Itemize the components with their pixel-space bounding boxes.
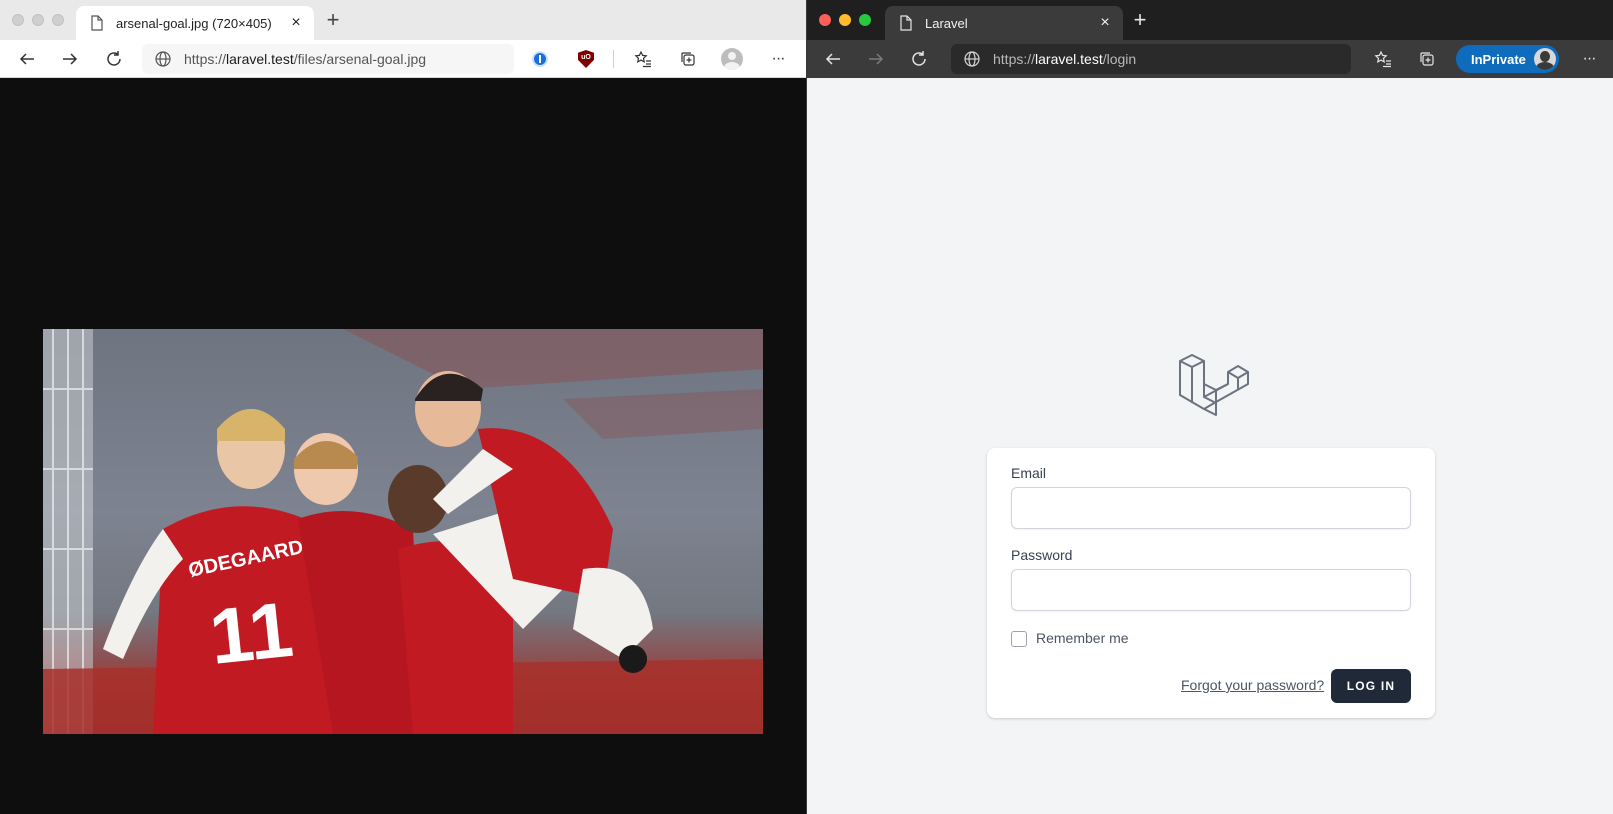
more-options-button[interactable]: ··· (1577, 47, 1601, 71)
tab-close-icon[interactable]: × (288, 15, 304, 31)
zoom-window-button[interactable] (859, 14, 871, 26)
new-tab-button[interactable]: + (1131, 9, 1149, 31)
back-arrow-icon (19, 53, 34, 65)
laravel-logo-icon (1179, 354, 1249, 416)
file-icon (900, 15, 912, 31)
refresh-button[interactable] (907, 47, 931, 71)
refresh-icon (912, 51, 926, 66)
collections-button[interactable] (676, 47, 700, 71)
ublock-origin-icon[interactable]: uO (578, 50, 594, 68)
close-window-button[interactable] (819, 14, 831, 26)
login-card: Email Password Remember me Forgot your p… (987, 448, 1435, 718)
email-label: Email (1011, 465, 1047, 481)
profile-avatar[interactable] (721, 48, 743, 70)
password-label: Password (1011, 547, 1073, 563)
remember-me-label[interactable]: Remember me (1036, 630, 1129, 646)
tab-close-icon[interactable]: × (1097, 15, 1113, 31)
inprivate-label: InPrivate (1471, 51, 1526, 67)
refresh-icon (107, 51, 121, 66)
remember-me-checkbox[interactable] (1011, 631, 1027, 647)
back-arrow-icon (825, 53, 840, 65)
address-bar[interactable]: https://laravel.test/login (951, 44, 1351, 74)
login-browser-window: Laravel × + https://laravel.test/login I… (807, 0, 1613, 814)
forward-arrow-icon (869, 53, 884, 65)
close-window-button[interactable] (12, 14, 24, 26)
back-button[interactable] (15, 47, 39, 71)
tab-strip: Laravel × + (807, 0, 1613, 40)
url-path: /login (1102, 51, 1137, 67)
globe-icon (155, 51, 171, 67)
image-browser-window: arsenal-goal.jpg (720×405) × + https://l… (0, 0, 806, 814)
password-field[interactable] (1011, 569, 1411, 611)
minimize-window-button[interactable] (839, 14, 851, 26)
tab-title: Laravel (925, 15, 968, 31)
onepassword-icon[interactable] (532, 51, 548, 67)
zoom-window-button[interactable] (52, 14, 64, 26)
window-controls (819, 14, 871, 26)
tab-title: arsenal-goal.jpg (720×405) (116, 15, 272, 31)
collections-icon (1420, 52, 1434, 66)
minimize-window-button[interactable] (32, 14, 44, 26)
forgot-password-link[interactable]: Forgot your password? (1181, 677, 1324, 693)
browser-toolbar: https://laravel.test/login InPrivate ··· (807, 40, 1613, 78)
more-options-button[interactable]: ··· (766, 47, 790, 71)
new-tab-button[interactable]: + (324, 9, 342, 31)
window-controls (12, 14, 64, 26)
forward-button[interactable] (864, 47, 888, 71)
tab-arsenal-goal[interactable]: arsenal-goal.jpg (720×405) × (76, 6, 314, 40)
inprivate-avatar-icon (1534, 48, 1556, 70)
forward-button[interactable] (58, 47, 82, 71)
refresh-button[interactable] (102, 47, 126, 71)
star-list-icon (1374, 50, 1391, 68)
favorites-button[interactable] (1371, 47, 1395, 71)
star-list-icon (634, 50, 651, 68)
favorites-button[interactable] (631, 47, 655, 71)
address-bar[interactable]: https://laravel.test/files/arsenal-goal.… (142, 44, 514, 74)
email-field[interactable] (1011, 487, 1411, 529)
browser-toolbar: https://laravel.test/files/arsenal-goal.… (0, 40, 806, 78)
file-icon (91, 15, 103, 31)
url-scheme: https:// (993, 51, 1036, 67)
url-host: laravel.test (1035, 51, 1103, 67)
globe-icon (964, 51, 980, 67)
url-host: laravel.test (226, 51, 294, 67)
collections-button[interactable] (1415, 47, 1439, 71)
tab-laravel[interactable]: Laravel × (885, 6, 1123, 40)
login-button[interactable]: LOG IN (1331, 669, 1411, 703)
forward-arrow-icon (63, 53, 78, 65)
url-scheme: https:// (184, 51, 227, 67)
shirt-number-text: 11 (206, 585, 297, 681)
url-path: /files/arsenal-goal.jpg (293, 51, 427, 67)
toolbar-separator (613, 50, 614, 68)
arsenal-goal-photo: ØDEGAARD 11 (43, 329, 763, 734)
back-button[interactable] (821, 47, 845, 71)
collections-icon (681, 52, 695, 66)
inprivate-badge[interactable]: InPrivate (1456, 45, 1559, 73)
tab-strip: arsenal-goal.jpg (720×405) × + (0, 0, 806, 40)
